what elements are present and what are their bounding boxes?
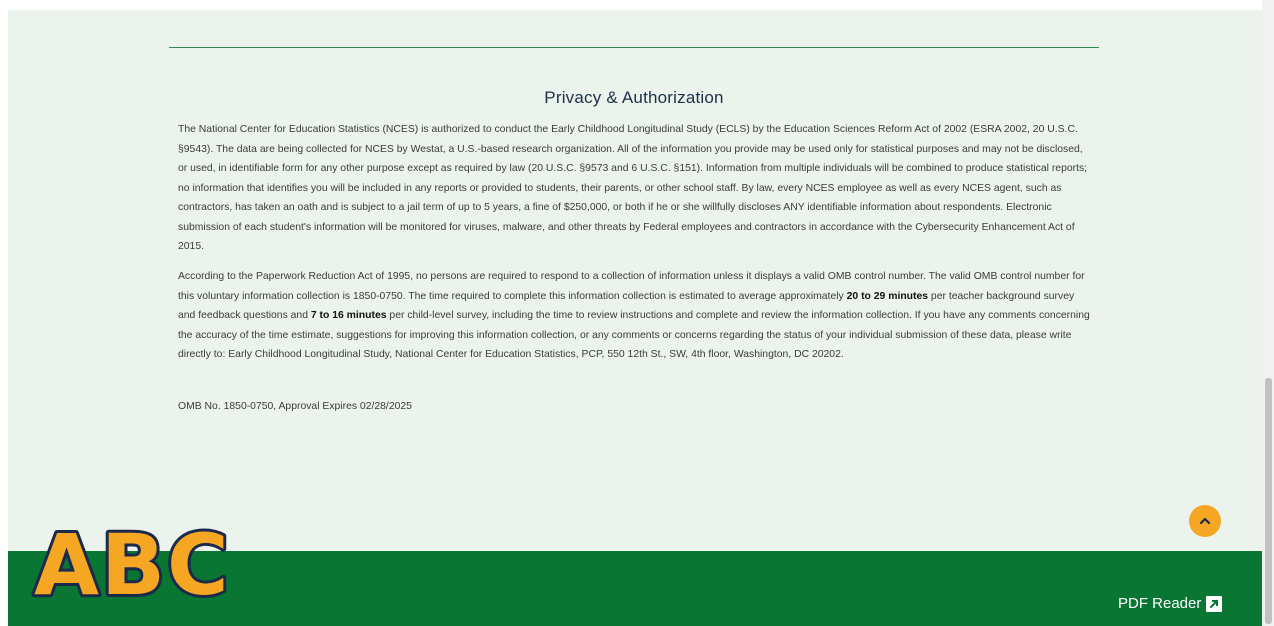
section-title: Privacy & Authorization [544,88,724,107]
text-run: The National Center for Education Statis… [178,124,1088,252]
scrollbar-thumb[interactable] [1265,378,1272,624]
paperwork-paragraph: According to the Paperwork Reduction Act… [178,267,1090,365]
external-link-icon [1206,595,1223,612]
logo-text: ABC [34,516,231,610]
section-divider [169,47,1099,48]
abc-logo: ABC [31,513,232,610]
back-to-top-button[interactable] [1189,505,1221,537]
pdf-reader-label: PDF Reader [1118,595,1202,612]
bold-text: 7 to 16 minutes [310,310,387,321]
pdf-reader-link[interactable]: PDF Reader [1118,595,1223,612]
bold-text: 20 to 29 minutes [846,290,929,302]
privacy-paragraph: The National Center for Education Statis… [178,120,1090,257]
chevron-up-icon [1199,517,1211,525]
omb-number: OMB No. 1850-0750, Approval Expires 02/2… [178,401,412,412]
page: Privacy & Authorization The National Cen… [0,0,1274,626]
top-strip [0,0,1274,10]
